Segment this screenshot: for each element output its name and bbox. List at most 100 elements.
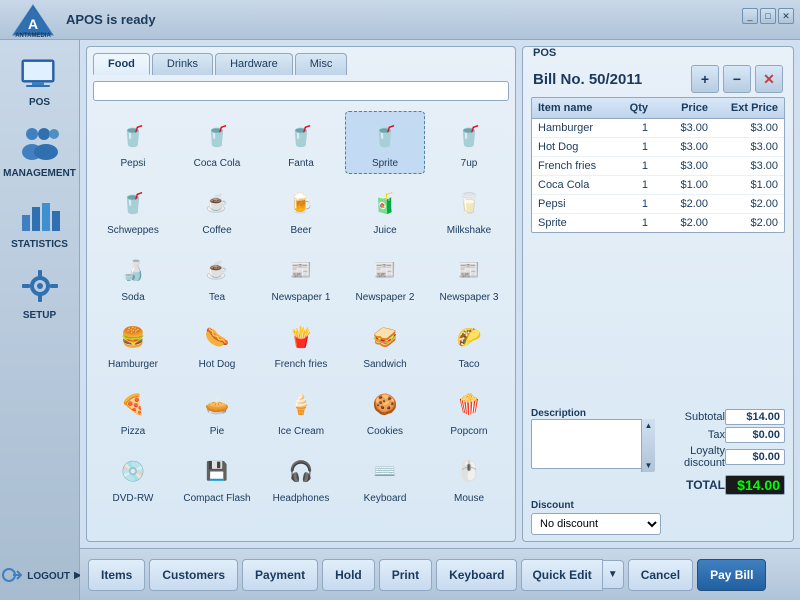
scroll-down-icon[interactable]: ▼	[645, 461, 653, 470]
list-item[interactable]: 🖱️ Mouse	[429, 446, 509, 509]
list-item[interactable]: 📰 Newspaper 3	[429, 245, 509, 308]
payment-button[interactable]: Payment	[242, 559, 318, 591]
list-item[interactable]: 🥤 Pepsi	[93, 111, 173, 174]
list-item[interactable]: ☕ Coffee	[177, 178, 257, 241]
list-item[interactable]: 🍟 French fries	[261, 312, 341, 375]
item-icon-frenchfries: 🍟	[278, 317, 324, 357]
items-button[interactable]: Items	[88, 559, 145, 591]
sidebar-management-label: MANAGEMENT	[3, 168, 76, 179]
list-item[interactable]: 🌭 Hot Dog	[177, 312, 257, 375]
list-item[interactable]: 🎧 Headphones	[261, 446, 341, 509]
table-row[interactable]: French fries 1 $3.00 $3.00	[532, 157, 784, 176]
bill-item-qty: 1	[624, 157, 654, 176]
sidebar-item-logout[interactable]: LOGOUT ▶	[4, 555, 76, 595]
description-input[interactable]	[531, 419, 655, 469]
list-item[interactable]: 🥤 Schweppes	[93, 178, 173, 241]
quick-edit-button[interactable]: Quick Edit	[521, 559, 602, 591]
bill-controls: + − ✕	[691, 65, 783, 93]
list-item[interactable]: 🥛 Milkshake	[429, 178, 509, 241]
tab-food[interactable]: Food	[93, 53, 150, 75]
bill-item-price: $1.00	[654, 176, 714, 195]
list-item[interactable]: 🧃 Juice	[345, 178, 425, 241]
title-bar: A ANTAMEDIA APOS is ready _ □ ✕	[0, 0, 800, 40]
list-item[interactable]: 🥤 Coca Cola	[177, 111, 257, 174]
loyalty-label: Loyalty discount	[661, 445, 725, 469]
sidebar-item-pos[interactable]: POS	[4, 45, 76, 114]
col-qty: Qty	[624, 98, 654, 119]
list-item[interactable]: 📰 Newspaper 1	[261, 245, 341, 308]
bill-item-name: Coca Cola	[532, 176, 624, 195]
table-row[interactable]: Sprite 1 $2.00 $2.00	[532, 214, 784, 233]
item-label-fanta: Fanta	[288, 158, 314, 169]
list-item[interactable]: 🥤 7up	[429, 111, 509, 174]
sidebar-pos-label: POS	[29, 97, 50, 108]
list-item[interactable]: 🍪 Cookies	[345, 379, 425, 442]
add-item-button[interactable]: +	[691, 65, 719, 93]
tab-hardware[interactable]: Hardware	[215, 53, 293, 75]
close-window-button[interactable]: ✕	[778, 8, 794, 24]
hold-button[interactable]: Hold	[322, 559, 375, 591]
list-item[interactable]: 🍶 Soda	[93, 245, 173, 308]
discount-label: Discount	[531, 500, 785, 511]
item-icon-newspaper1: 📰	[278, 250, 324, 290]
item-icon-pepsi: 🥤	[110, 116, 156, 156]
subtract-item-button[interactable]: −	[723, 65, 751, 93]
list-item[interactable]: 🍕 Pizza	[93, 379, 173, 442]
sidebar-setup-label: SETUP	[23, 310, 56, 321]
table-row[interactable]: Coca Cola 1 $1.00 $1.00	[532, 176, 784, 195]
minimize-button[interactable]: _	[742, 8, 758, 24]
item-icon-dvdrw: 💿	[110, 451, 156, 491]
item-label-headphones: Headphones	[273, 493, 330, 504]
tax-row: Tax $0.00	[661, 426, 785, 444]
list-item[interactable]: ☕ Tea	[177, 245, 257, 308]
list-item[interactable]: 🥤 Fanta	[261, 111, 341, 174]
cancel-button[interactable]: Cancel	[628, 559, 693, 591]
search-input[interactable]	[93, 81, 509, 101]
table-row[interactable]: Hamburger 1 $3.00 $3.00	[532, 119, 784, 138]
item-icon-coffee: ☕	[194, 183, 240, 223]
item-icon-pie: 🥧	[194, 384, 240, 424]
svg-text:ANTAMEDIA: ANTAMEDIA	[15, 33, 51, 37]
list-item[interactable]: 🍿 Popcorn	[429, 379, 509, 442]
scroll-up-icon[interactable]: ▲	[645, 421, 653, 430]
customers-button[interactable]: Customers	[149, 559, 238, 591]
col-price: Price	[654, 98, 714, 119]
sidebar-item-setup[interactable]: SETUP	[4, 258, 76, 327]
item-label-soda: Soda	[121, 292, 144, 303]
subtotal-label: Subtotal	[661, 411, 725, 423]
item-label-sandwich: Sandwich	[363, 359, 406, 370]
list-item[interactable]: 🥧 Pie	[177, 379, 257, 442]
statistics-icon	[18, 193, 62, 237]
quick-edit-dropdown-button[interactable]: ▼	[603, 560, 624, 589]
sidebar-item-statistics[interactable]: STATISTICS	[4, 187, 76, 256]
list-item[interactable]: 🌮 Taco	[429, 312, 509, 375]
list-item[interactable]: 📰 Newspaper 2	[345, 245, 425, 308]
maximize-button[interactable]: □	[760, 8, 776, 24]
list-item[interactable]: 🍔 Hamburger	[93, 312, 173, 375]
list-item[interactable]: 🥪 Sandwich	[345, 312, 425, 375]
item-label-dvdrw: DVD-RW	[113, 493, 154, 504]
print-button[interactable]: Print	[379, 559, 432, 591]
list-item[interactable]: 🍺 Beer	[261, 178, 341, 241]
total-label: TOTAL	[661, 478, 725, 492]
table-row[interactable]: Pepsi 1 $2.00 $2.00	[532, 195, 784, 214]
bill-item-name: Hamburger	[532, 119, 624, 138]
item-label-hotdog: Hot Dog	[199, 359, 236, 370]
list-item[interactable]: 🥤 Sprite	[345, 111, 425, 174]
item-icon-taco: 🌮	[446, 317, 492, 357]
list-item[interactable]: 💿 DVD-RW	[93, 446, 173, 509]
list-item[interactable]: ⌨️ Keyboard	[345, 446, 425, 509]
tax-value: $0.00	[725, 427, 785, 443]
list-item[interactable]: 🍦 Ice Cream	[261, 379, 341, 442]
tab-drinks[interactable]: Drinks	[152, 53, 213, 75]
tab-misc[interactable]: Misc	[295, 53, 348, 75]
list-item[interactable]: 💾 Compact Flash	[177, 446, 257, 509]
table-row[interactable]: Hot Dog 1 $3.00 $3.00	[532, 138, 784, 157]
sidebar-item-management[interactable]: MANAGEMENT	[4, 116, 76, 185]
pay-bill-button[interactable]: Pay Bill	[697, 559, 766, 591]
item-icon-fanta: 🥤	[278, 116, 324, 156]
remove-item-button[interactable]: ✕	[755, 65, 783, 93]
bill-header: Bill No. 50/2011 + − ✕	[523, 61, 793, 97]
keyboard-button[interactable]: Keyboard	[436, 559, 517, 591]
discount-select[interactable]: No discount 5% 10% 15% 20%	[531, 513, 661, 535]
